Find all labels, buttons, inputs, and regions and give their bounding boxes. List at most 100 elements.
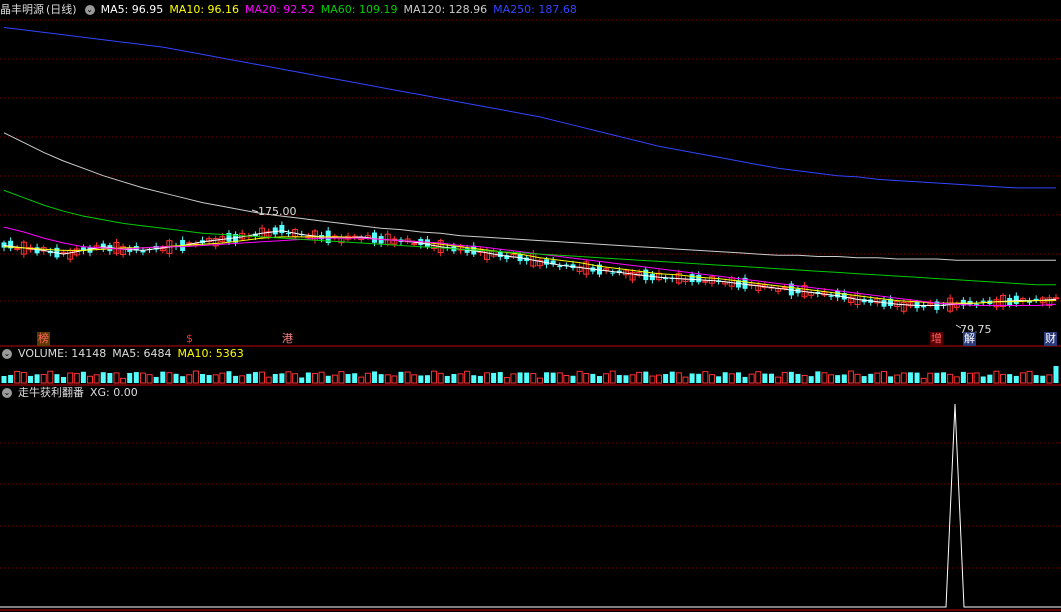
- volume-bar-down: [451, 373, 457, 383]
- volume-bar-down: [596, 375, 602, 383]
- volume-bar-up: [411, 374, 418, 384]
- volume-bar-up: [755, 371, 762, 384]
- volume-bar-up: [781, 371, 788, 384]
- volume-bar-down: [153, 376, 159, 383]
- ma-line-ma60: [3, 189, 1056, 286]
- event-marker-zeng[interactable]: 增: [930, 332, 943, 346]
- volume-bar-down: [80, 371, 86, 383]
- volume-bar-up: [1026, 370, 1033, 384]
- volume-bar-up: [966, 372, 973, 384]
- volume-bar-up: [947, 373, 954, 384]
- volume-bar-up: [292, 373, 299, 384]
- volume-bar-up: [828, 374, 835, 384]
- volume-bar-down: [888, 376, 894, 383]
- volume-bar-up: [431, 370, 438, 384]
- volume-bar-down: [100, 372, 106, 383]
- volume-bar-up: [536, 377, 543, 384]
- volume-bar-down: [722, 372, 728, 383]
- candle-down: [828, 295, 834, 297]
- volume-bar-up: [192, 370, 199, 384]
- volume-bar-down: [544, 372, 550, 383]
- volume-bar-up: [649, 375, 656, 384]
- volume-bar-up: [391, 375, 398, 384]
- volume-bar-up: [338, 371, 345, 384]
- volume-bar-up: [113, 372, 120, 384]
- volume-bar-up: [556, 372, 563, 384]
- volume-bar-down: [616, 375, 622, 383]
- volume-bar-up: [953, 376, 960, 384]
- volume-bar-down: [841, 374, 847, 383]
- volume-bar-down: [299, 377, 305, 383]
- volume-bar-down: [180, 376, 186, 383]
- volume-bar-up: [67, 372, 74, 384]
- volume-bar-up: [702, 371, 709, 384]
- volume-bar-down: [1040, 375, 1046, 383]
- candle-down: [279, 224, 285, 234]
- kline-chart[interactable]: 175.00 79.75: [0, 0, 1061, 612]
- volume-bar-down: [941, 372, 947, 383]
- candle-up: [1053, 297, 1059, 300]
- volume-bar-up: [331, 374, 338, 384]
- volume-bar-down: [570, 375, 576, 383]
- event-marker-dollar[interactable]: $: [185, 332, 194, 346]
- volume-bar-down: [934, 372, 940, 383]
- candle-down: [1013, 295, 1019, 304]
- moving-average-lines: [3, 27, 1057, 306]
- volume-bar-up: [927, 372, 934, 384]
- volume-bar-down: [199, 374, 205, 383]
- volume-bar-down: [424, 375, 430, 383]
- volume-bar-up: [603, 373, 610, 384]
- volume-bar-up: [483, 372, 490, 384]
- volume-bar-down: [914, 372, 920, 383]
- xg-signal-line: [0, 403, 1061, 608]
- volume-bar-down: [716, 376, 722, 383]
- volume-bar-down: [160, 371, 166, 383]
- volume-bar-up: [880, 370, 887, 384]
- volume-bar-up: [675, 372, 682, 384]
- volume-bar-up: [682, 376, 689, 384]
- volume-bar-down: [550, 372, 556, 383]
- volume-bar-down: [1, 376, 7, 383]
- volume-bar-down: [233, 375, 239, 383]
- volume-bar-up: [219, 372, 226, 384]
- volume-bar-up: [973, 372, 980, 384]
- volume-bar-down: [517, 372, 523, 383]
- volume-bar-up: [139, 372, 146, 384]
- candle-down: [643, 269, 649, 281]
- candle-up: [411, 243, 418, 246]
- volume-bar-down: [788, 371, 794, 383]
- high-price-label: 175.00: [258, 205, 297, 218]
- volume-bar-up: [854, 373, 861, 384]
- event-marker-bang[interactable]: 榜: [37, 332, 50, 346]
- volume-bar-up: [894, 374, 901, 384]
- volume-bar-down: [491, 372, 497, 383]
- volume-bar-down: [1013, 375, 1019, 383]
- volume-bar-down: [868, 373, 874, 383]
- volume-bar-down: [987, 374, 993, 383]
- candle-down: [881, 300, 887, 307]
- volume-bar-down: [861, 376, 867, 383]
- volume-bar-up: [318, 371, 325, 384]
- volume-bar-down: [643, 371, 649, 383]
- event-marker-cai[interactable]: 财: [1044, 332, 1057, 346]
- volume-bar-down: [54, 374, 60, 383]
- volume-bar-down: [497, 372, 503, 383]
- volume-bar-up: [629, 374, 636, 384]
- volume-bar-down: [444, 375, 450, 383]
- grid-lines: [0, 19, 1061, 611]
- volume-bar-down: [907, 372, 913, 383]
- volume-bar-down: [980, 376, 986, 383]
- event-marker-jie[interactable]: 解: [963, 332, 976, 346]
- volume-bar-up: [748, 373, 755, 384]
- volume-bar-down: [226, 371, 232, 383]
- volume-bar-up: [73, 373, 80, 384]
- ma-line-ma20: [3, 226, 1057, 306]
- volume-bar-down: [27, 375, 33, 383]
- volume-bar-down: [696, 373, 702, 383]
- volume-bar-down: [272, 373, 278, 383]
- event-marker-hk[interactable]: 港: [281, 332, 294, 346]
- volume-bar-up: [821, 372, 828, 384]
- volume-bar-up: [920, 377, 927, 384]
- volume-bar-down: [279, 373, 285, 383]
- volume-bar-down: [590, 373, 596, 383]
